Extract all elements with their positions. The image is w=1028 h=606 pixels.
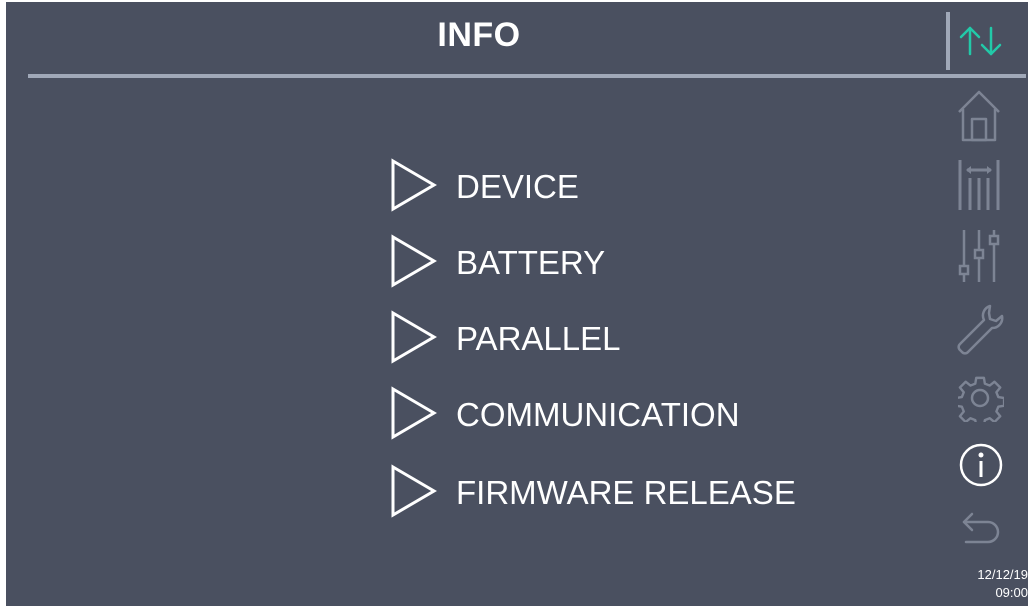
date-text: 12/12/19 bbox=[977, 567, 1028, 582]
menu-item-label: FIRMWARE RELEASE bbox=[456, 474, 796, 511]
sliders-icon[interactable] bbox=[956, 228, 1002, 289]
up-down-arrows-icon[interactable] bbox=[958, 24, 1004, 63]
measurements-icon[interactable] bbox=[956, 158, 1002, 217]
menu-item-label: PARALLEL bbox=[456, 320, 621, 357]
triangle-arrow-icon bbox=[391, 464, 437, 518]
menu-item-label: DEVICE bbox=[456, 168, 579, 205]
date-time-display: 12/12/19 09:00 bbox=[956, 566, 1028, 602]
triangle-arrow-icon bbox=[391, 310, 437, 364]
header-divider bbox=[946, 12, 950, 70]
info-icon[interactable] bbox=[958, 442, 1004, 493]
wrench-icon[interactable] bbox=[954, 302, 1004, 363]
time-text: 09:00 bbox=[995, 585, 1028, 600]
menu-item-label: COMMUNICATION bbox=[456, 396, 740, 433]
header-underline bbox=[28, 74, 1026, 78]
home-icon[interactable] bbox=[956, 88, 1002, 149]
menu-item-device[interactable]: DEVICE bbox=[390, 158, 830, 214]
menu-item-firmware-release[interactable]: FIRMWARE RELEASE bbox=[390, 464, 830, 520]
screen: INFO DEVICE BATTERY PARALLEL COMMUNICATI… bbox=[6, 2, 1028, 606]
gear-icon[interactable] bbox=[954, 376, 1006, 428]
menu-item-parallel[interactable]: PARALLEL bbox=[390, 310, 830, 366]
menu-item-battery[interactable]: BATTERY bbox=[390, 234, 830, 290]
back-icon[interactable] bbox=[958, 508, 1004, 555]
triangle-arrow-icon bbox=[391, 234, 437, 288]
triangle-arrow-icon bbox=[391, 386, 437, 440]
triangle-arrow-icon bbox=[391, 158, 437, 212]
menu-item-label: BATTERY bbox=[456, 244, 606, 281]
page-title: INFO bbox=[437, 16, 521, 54]
menu-item-communication[interactable]: COMMUNICATION bbox=[390, 386, 830, 442]
